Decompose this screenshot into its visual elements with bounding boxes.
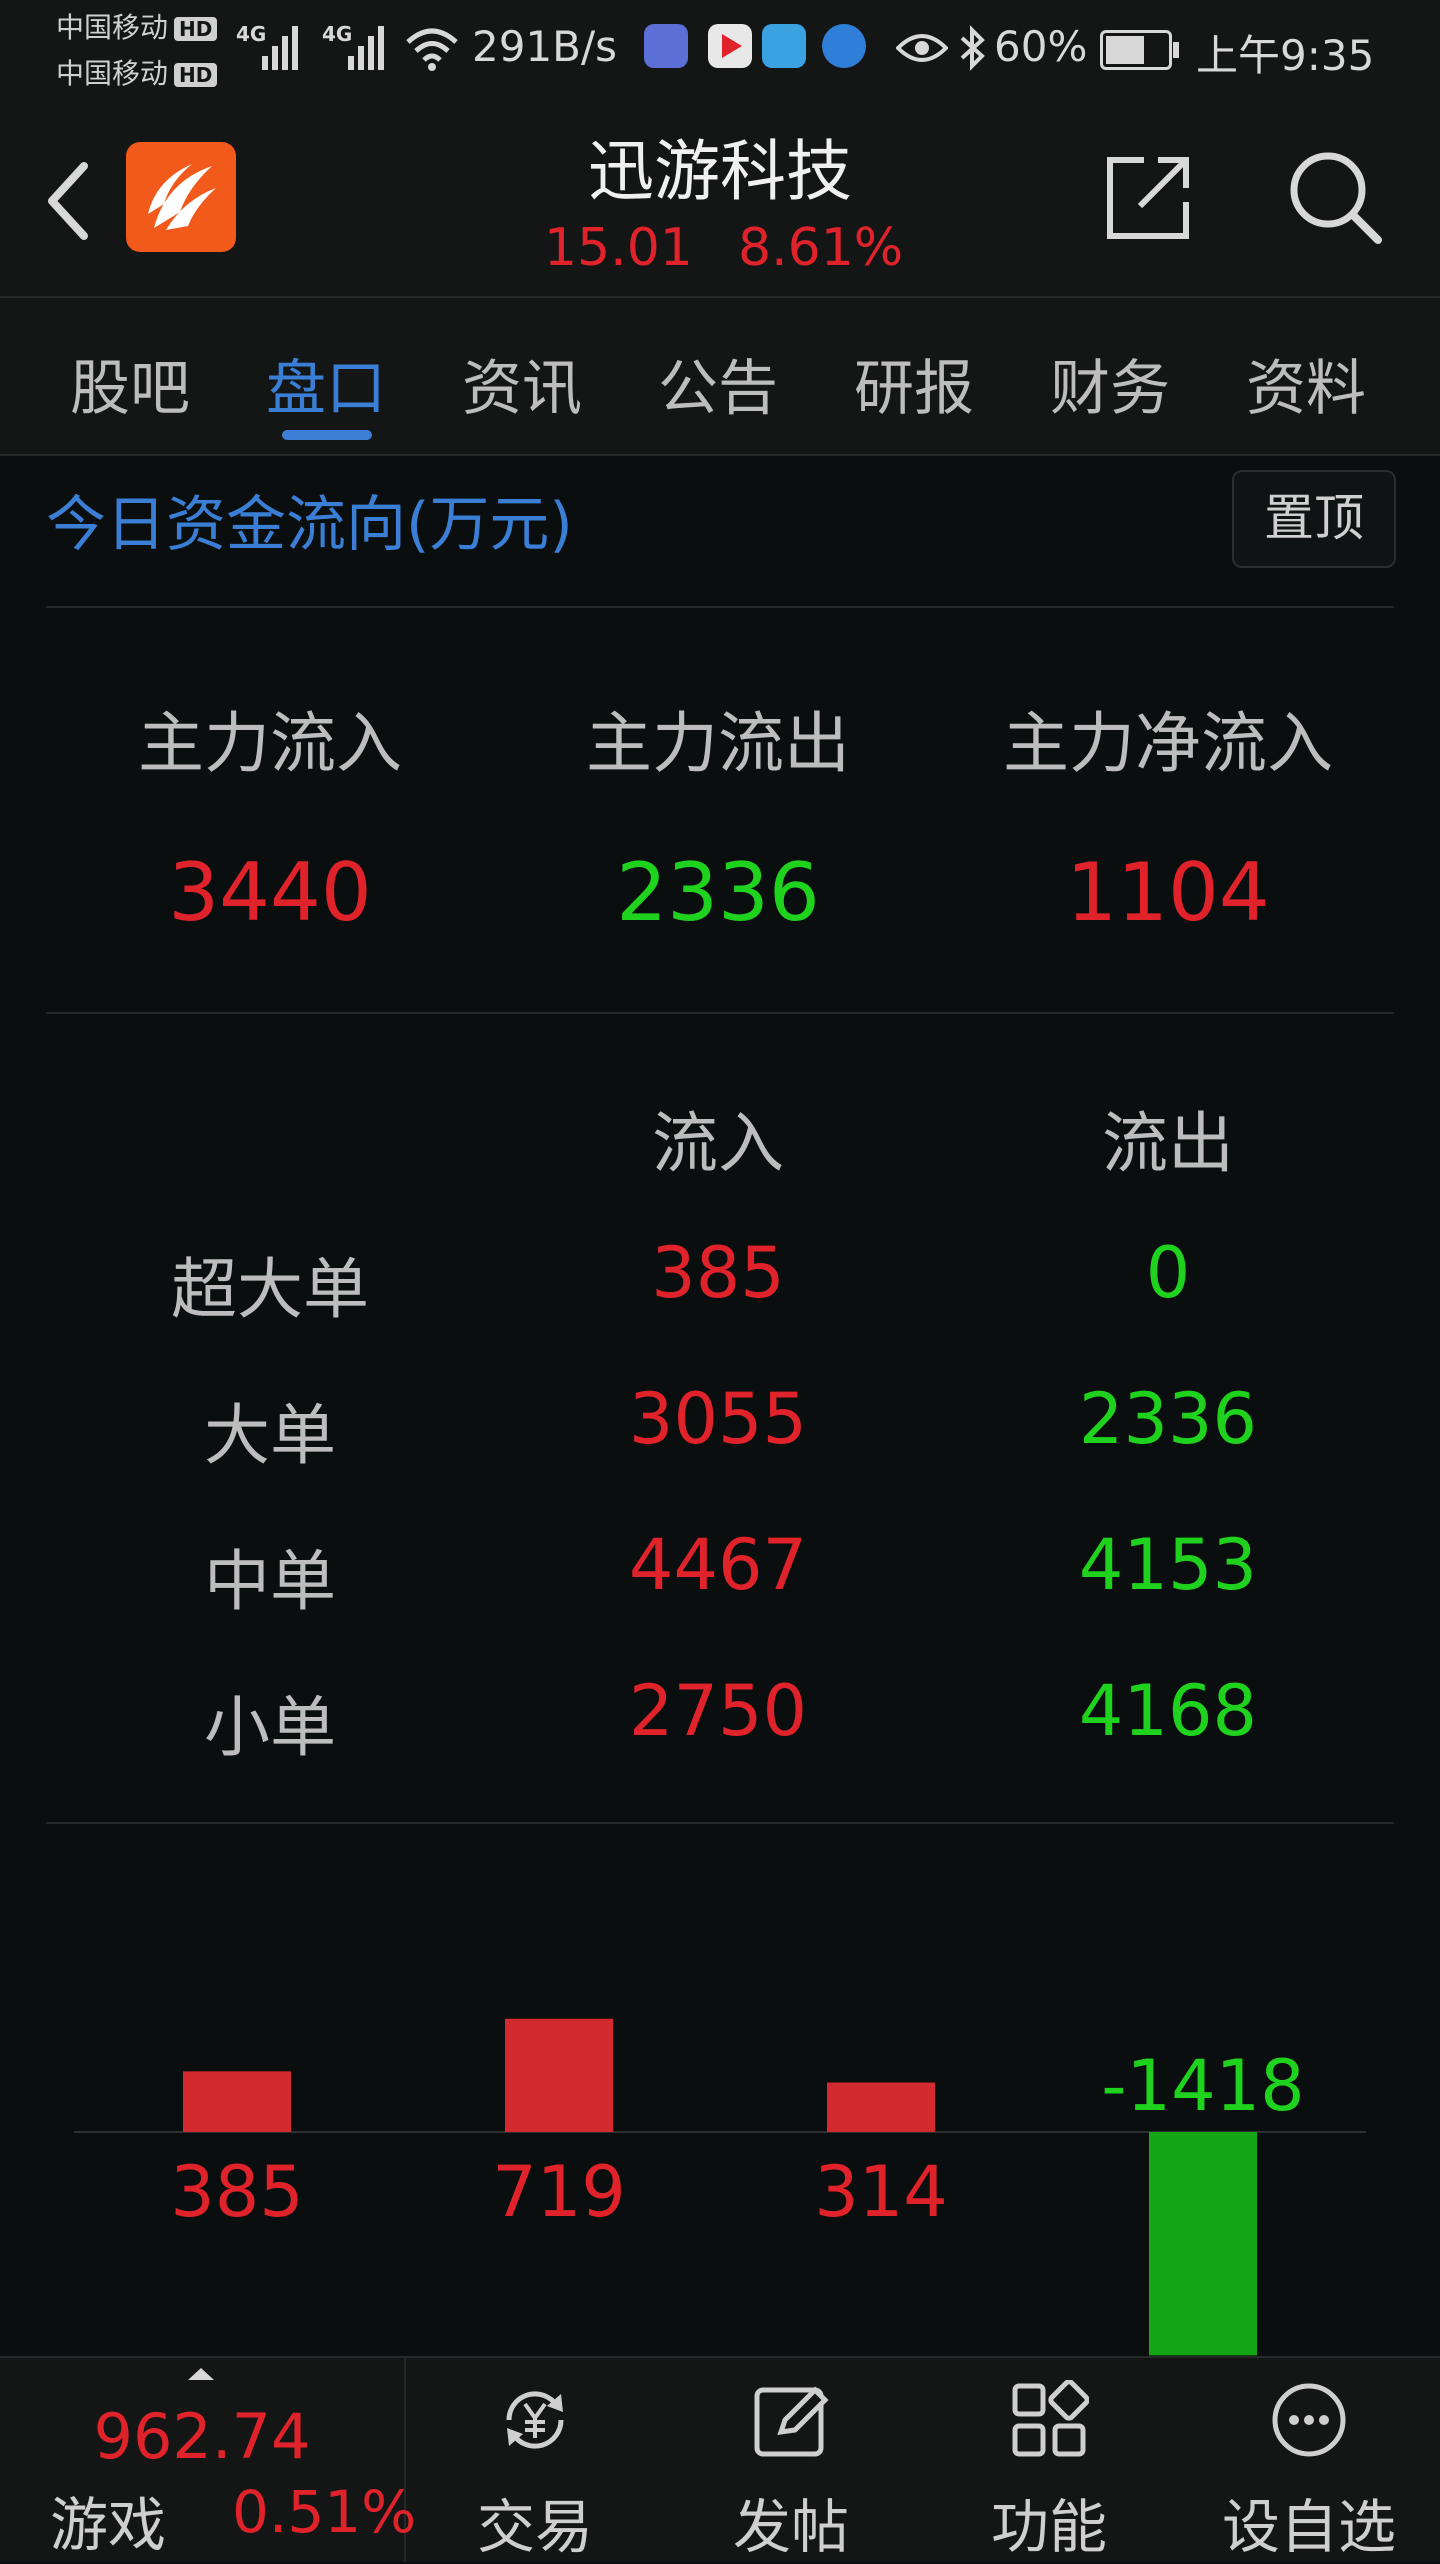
tab-profile[interactable]: 资料 — [1216, 340, 1396, 427]
battery-percent: 60% — [994, 22, 1088, 71]
main-net-inflow-label: 主力净流入 — [1003, 705, 1333, 782]
tab-news[interactable]: 资讯 — [432, 340, 612, 427]
apps-grid-icon — [1012, 2380, 1089, 2457]
main-inflow-label: 主力流入 — [138, 705, 402, 782]
net-flow-data-label: 719 — [492, 2151, 626, 2233]
row-label-large: 大单 — [204, 1397, 336, 1474]
index-value: 962.74 — [93, 2400, 311, 2473]
pin-top-button[interactable]: 置顶 — [1232, 470, 1396, 568]
eye-icon — [896, 34, 948, 62]
net-flow-bar-chart: 385 719 314 -1418 — [74, 2018, 1366, 2356]
nav-post[interactable]: 发帖 — [666, 2358, 916, 2562]
nav-functions-label: 功能 — [990, 2493, 1107, 2561]
music-app-icon — [644, 24, 688, 68]
video-app-icon — [708, 24, 752, 68]
large-outflow: 2336 — [1078, 1378, 1258, 1460]
stock-name: 迅游科技 — [588, 133, 852, 210]
bluetooth-icon — [960, 25, 985, 71]
net-flow-data-label: 385 — [170, 2151, 304, 2233]
divider-2 — [46, 1012, 1394, 1014]
hd-badge-2: HD — [174, 63, 218, 87]
battery-icon — [1100, 30, 1179, 70]
large-inflow: 3055 — [628, 1378, 808, 1460]
share-icon[interactable] — [1100, 150, 1196, 246]
net-flow-bar — [827, 2082, 935, 2132]
main-net-inflow-value: 1104 — [1066, 846, 1270, 939]
main-outflow-label: 主力流出 — [586, 705, 850, 782]
active-tab-indicator — [282, 430, 372, 440]
super-large-outflow: 0 — [1145, 1232, 1191, 1314]
status-bar: 中国移动 HD 中国移动 HD 4G 4G 291B/s 60% 上午9:35 — [0, 0, 1440, 100]
index-change-percent: 0.51% — [232, 2478, 417, 2546]
bottom-bar: 962.74 游戏 0.51% 交易 发帖 功能 设自选 — [0, 2356, 1440, 2562]
nav-trade-label: 交易 — [476, 2493, 593, 2561]
clock: 上午9:35 — [1196, 31, 1375, 80]
globe-app-icon — [822, 24, 866, 68]
signal-icon — [262, 22, 310, 70]
medium-outflow: 4153 — [1078, 1524, 1258, 1606]
tab-bar: 股吧 盘口 资讯 公告 研报 财务 资料 — [0, 298, 1440, 456]
tab-pankou[interactable]: 盘口 — [236, 340, 416, 427]
small-inflow: 2750 — [628, 1670, 808, 1752]
yuan-exchange-icon — [506, 2391, 564, 2449]
wifi-icon — [406, 28, 458, 71]
search-icon[interactable] — [1286, 148, 1386, 248]
caret-up-icon — [188, 2368, 214, 2380]
tab-research[interactable]: 研报 — [824, 340, 1004, 427]
carrier-2-label: 中国移动 — [56, 57, 169, 90]
carrier-1-label: 中国移动 — [56, 11, 169, 44]
net-flow-bar — [1149, 2132, 1257, 2356]
stock-change-percent: 8.61% — [738, 218, 904, 278]
nav-functions[interactable]: 功能 — [924, 2358, 1174, 2562]
medium-inflow: 4467 — [628, 1524, 808, 1606]
carrier-2: 中国移动 HD — [56, 52, 218, 92]
divider — [46, 606, 1394, 608]
column-header-outflow: 流出 — [1102, 1105, 1234, 1182]
nav-trade[interactable]: 交易 — [410, 2358, 660, 2562]
section-title: 今日资金流向(万元) — [46, 490, 573, 560]
row-label-medium: 中单 — [204, 1543, 336, 1620]
more-dots-icon — [1272, 2383, 1346, 2457]
super-large-inflow: 385 — [651, 1232, 785, 1314]
index-name: 游戏 — [50, 2491, 167, 2559]
nav-post-label: 发帖 — [732, 2493, 849, 2561]
nav-add-watchlist-label: 设自选 — [1221, 2493, 1396, 2561]
column-header-inflow: 流入 — [652, 1105, 784, 1182]
stock-price: 15.01 — [544, 218, 693, 278]
tab-guba[interactable]: 股吧 — [40, 340, 220, 427]
signal-icon-2 — [348, 22, 396, 70]
net-flow-bar — [505, 2018, 613, 2132]
divider-3 — [46, 1822, 1394, 1824]
net-speed: 291B/s — [472, 22, 618, 71]
net-flow-data-label: -1418 — [1101, 2045, 1304, 2127]
row-label-super-large: 超大单 — [171, 1251, 369, 1328]
small-outflow: 4168 — [1078, 1670, 1258, 1752]
net-flow-data-label: 314 — [814, 2151, 948, 2233]
tab-announcements[interactable]: 公告 — [628, 340, 808, 427]
tab-finance[interactable]: 财务 — [1020, 340, 1200, 427]
nav-add-watchlist[interactable]: 设自选 — [1184, 2358, 1434, 2562]
edit-post-icon — [754, 2386, 829, 2457]
main-inflow-value: 3440 — [168, 846, 372, 939]
row-label-small: 小单 — [204, 1689, 336, 1766]
hd-badge: HD — [174, 17, 218, 41]
net-flow-bar — [183, 2071, 291, 2132]
browser-app-icon — [762, 24, 806, 68]
index-ticker[interactable]: 962.74 游戏 0.51% — [0, 2358, 416, 2562]
stock-header: 迅游科技 15.01 8.61% — [0, 100, 1440, 298]
main-outflow-value: 2336 — [616, 846, 820, 939]
carrier-1: 中国移动 HD — [56, 6, 218, 46]
